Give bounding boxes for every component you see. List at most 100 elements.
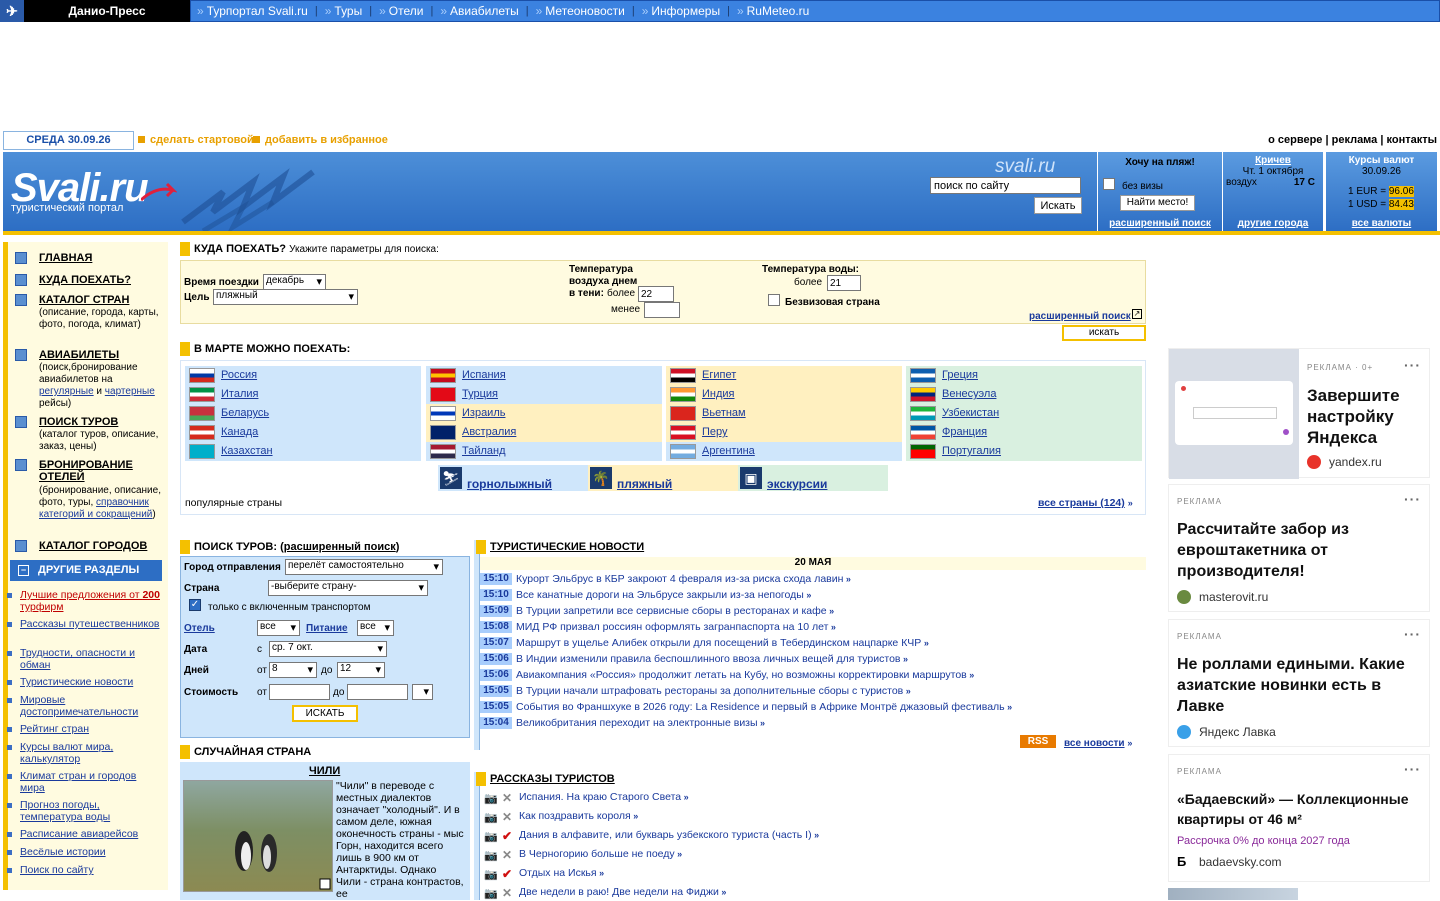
news-link[interactable]: В Индии изменили правила беспошлинного в…	[516, 653, 908, 665]
portal-logo-icon[interactable]: ✈	[0, 0, 24, 22]
type-beach[interactable]: 🌴 пляжный	[588, 465, 738, 491]
country-cell[interactable]: Перу	[666, 423, 902, 442]
no-visa-checkbox[interactable]	[1103, 178, 1115, 190]
country-link[interactable]: Испания	[462, 369, 506, 381]
news-title[interactable]: ТУРИСТИЧЕСКИЕ НОВОСТИ	[476, 540, 644, 554]
date-select[interactable]: ср. 7 окт.	[269, 641, 387, 657]
all-countries-link[interactable]: все страны (124) »	[1038, 497, 1133, 509]
type-excursions[interactable]: ▣ экскурсии	[738, 465, 888, 491]
other-link[interactable]: Прогноз погоды, температура воды	[7, 799, 160, 823]
news-link[interactable]: Великобритания переходит на электронные …	[516, 717, 765, 729]
food-select[interactable]: все	[357, 620, 394, 636]
story-link[interactable]: В Черногорию больше не поеду »	[519, 848, 682, 860]
other-cities-link[interactable]: другие города	[1223, 218, 1323, 229]
story-item[interactable]: 📷 ✔ Отдых на Искья »	[484, 866, 1144, 882]
country-cell[interactable]: Португалия	[906, 442, 1142, 461]
top-nav-item[interactable]: » RuMeteo.ru	[737, 4, 809, 18]
news-link[interactable]: События во Франшхуке в 2026 году: La Res…	[516, 701, 1012, 713]
story-link[interactable]: Отдых на Искья »	[519, 867, 604, 879]
make-start-link[interactable]: сделать стартовой	[138, 134, 254, 146]
cost-from-input[interactable]	[269, 684, 330, 700]
country-select[interactable]: -выберите страну-	[268, 580, 428, 596]
best-offers-link[interactable]: Лучшие предложения от 200 турфирм	[7, 589, 160, 613]
country-link[interactable]: Турция	[462, 388, 498, 400]
other-link[interactable]: Курсы валют мира, калькулятор	[7, 741, 160, 765]
story-link[interactable]: Дания в алфавите, или букварь узбекского…	[519, 829, 819, 841]
ad-yandex[interactable]: РЕКЛАМА · 0+ ··· Завершите настройку Янд…	[1168, 348, 1430, 479]
country-cell[interactable]: Венесуэла	[906, 385, 1142, 404]
weather-city[interactable]: Кричев	[1223, 155, 1323, 166]
country-link[interactable]: Израиль	[462, 407, 505, 419]
story-item[interactable]: 📷 ✕ Испания. На краю Старого Света »	[484, 790, 1144, 806]
regular-flights-link[interactable]: регулярные	[39, 386, 94, 397]
news-link[interactable]: МИД РФ призвал россиян оформлять загранп…	[516, 621, 836, 633]
all-currencies-link[interactable]: все валюты	[1326, 218, 1437, 229]
news-item[interactable]: 15:05 События во Франшхуке в 2026 году: L…	[480, 701, 1140, 715]
transport-checkbox[interactable]: ✓	[189, 599, 201, 611]
top-nav-item[interactable]: » Туры	[325, 4, 363, 18]
ad-badaevsky[interactable]: РЕКЛАМА ··· «Бадаевский» — Коллекционные…	[1168, 754, 1430, 882]
story-item[interactable]: 📷 ✕ Как поздравить короля »	[484, 809, 1144, 825]
top-nav-item[interactable]: » Информеры	[642, 4, 720, 18]
country-link[interactable]: Греция	[942, 369, 978, 381]
country-link[interactable]: Австралия	[462, 426, 516, 438]
days-from-select[interactable]: 8	[269, 662, 317, 678]
country-link[interactable]: Италия	[221, 388, 258, 400]
stories-title[interactable]: РАССКАЗЫ ТУРИСТОВ	[476, 772, 615, 786]
add-favorite-link[interactable]: добавить в избранное	[253, 134, 388, 146]
news-link[interactable]: В Турции начали штрафовать рестораны за …	[516, 685, 911, 697]
country-link[interactable]: Перу	[702, 426, 728, 438]
popup-icon[interactable]: ↗	[1132, 309, 1142, 319]
other-sections-header[interactable]: − ДРУГИЕ РАЗДЕЛЫ	[10, 560, 162, 581]
goal-select[interactable]: пляжный	[213, 289, 358, 305]
top-nav-item[interactable]: » Метеоновости	[536, 4, 625, 18]
news-item[interactable]: 15:04 Великобритания переходит на электро…	[480, 717, 1140, 731]
country-link[interactable]: Португалия	[942, 445, 1001, 457]
random-country-name[interactable]: ЧИЛИ	[309, 765, 340, 777]
story-link[interactable]: Как поздравить короля »	[519, 810, 638, 822]
country-link[interactable]: Венесуэла	[942, 388, 996, 400]
air-temp-min-input[interactable]	[638, 286, 674, 302]
ad-lavka[interactable]: РЕКЛАМА ··· Не роллами едиными. Какие аз…	[1168, 619, 1430, 747]
story-item[interactable]: 📷 ✕ В Черногорию больше не поеду »	[484, 847, 1144, 863]
news-item[interactable]: 15:10 Все канатные дороги на Эльбрусе зак…	[480, 589, 1140, 603]
country-cell[interactable]: Узбекистан	[906, 404, 1142, 423]
hotel-link[interactable]: Отель	[184, 623, 215, 634]
time-select[interactable]: декабрь	[263, 274, 326, 290]
top-nav-item[interactable]: » Авиабилеты	[440, 4, 518, 18]
country-cell[interactable]: Казахстан	[185, 442, 421, 461]
story-link[interactable]: Две недели в раю! Две недели на Фиджи »	[519, 886, 726, 898]
penguins-photo[interactable]	[183, 780, 333, 892]
story-item[interactable]: 📷 ✕ Две недели в раю! Две недели на Фиджи …	[484, 885, 1144, 901]
site-search-button[interactable]: Искать	[1034, 197, 1082, 214]
news-item[interactable]: 15:10 Курорт Эльбрус в КБР закроют 4 февр…	[480, 573, 1140, 587]
country-cell[interactable]: Вьетнам	[666, 404, 902, 423]
country-cell[interactable]: Турция	[426, 385, 662, 404]
country-cell[interactable]: Австралия	[426, 423, 662, 442]
country-link[interactable]: Франция	[942, 426, 987, 438]
currency-select[interactable]	[412, 684, 433, 700]
days-to-select[interactable]: 12	[337, 662, 385, 678]
country-cell[interactable]: Франция	[906, 423, 1142, 442]
other-link[interactable]: Туристические новости	[7, 676, 160, 688]
more-options-icon[interactable]: ···	[1404, 626, 1421, 642]
other-link[interactable]: Поиск по сайту	[7, 864, 160, 876]
country-link[interactable]: Аргентина	[702, 445, 755, 457]
country-cell[interactable]: Греция	[906, 366, 1142, 385]
more-options-icon[interactable]: ···	[1404, 491, 1421, 507]
news-link[interactable]: Курорт Эльбрус в КБР закроют 4 февраля и…	[516, 573, 851, 585]
other-link[interactable]: Рассказы путешественников	[7, 618, 160, 630]
other-link[interactable]: Весёлые истории	[7, 846, 160, 858]
other-link[interactable]: Расписание авиарейсов	[7, 828, 160, 840]
story-item[interactable]: 📷 ✔ Дания в алфавите, или букварь узбекско…	[484, 828, 1144, 844]
other-link[interactable]: Рейтинг стран	[7, 723, 160, 735]
country-link[interactable]: Египет	[702, 369, 736, 381]
country-cell[interactable]: Египет	[666, 366, 902, 385]
country-link[interactable]: Тайланд	[462, 445, 506, 457]
country-cell[interactable]: Италия	[185, 385, 421, 404]
story-link[interactable]: Испания. На краю Старого Света »	[519, 791, 689, 803]
news-item[interactable]: 15:09 В Турции запретили все сервисные сб…	[480, 605, 1140, 619]
news-item[interactable]: 15:05 В Турции начали штрафовать ресторан…	[480, 685, 1140, 699]
tours-search-button[interactable]: ИСКАТЬ	[292, 705, 358, 722]
server-links[interactable]: о сервере | реклама | контакты	[1268, 134, 1437, 146]
